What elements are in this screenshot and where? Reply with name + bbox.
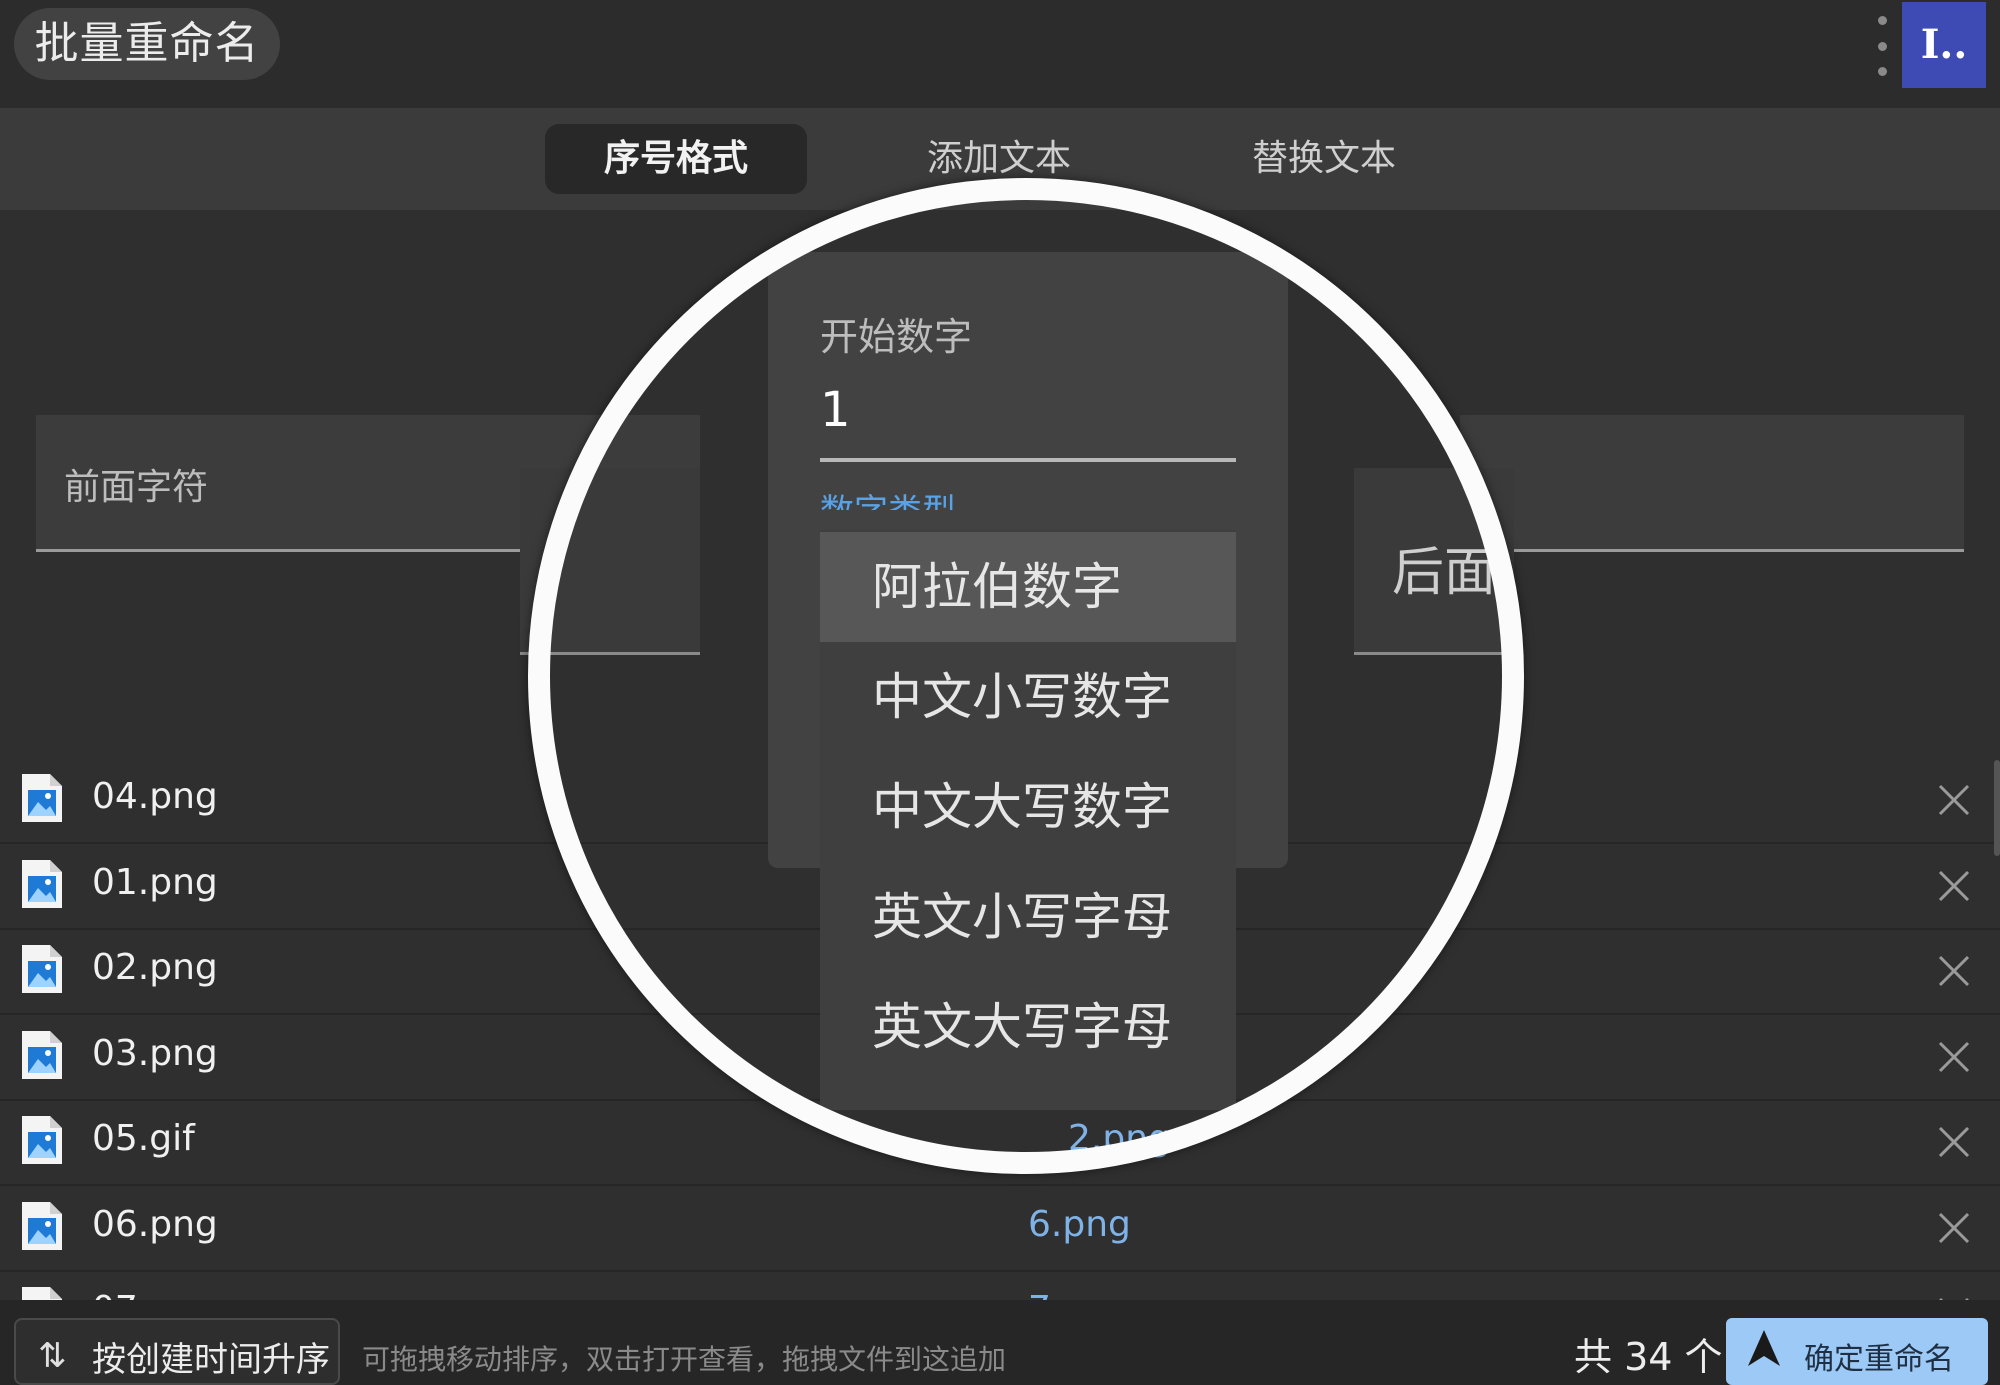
- file-name: 01.png: [92, 862, 218, 903]
- dropdown-option-chinese-lower[interactable]: 中文小写数字: [820, 642, 1236, 752]
- file-name: 04.png: [92, 776, 218, 817]
- sort-label: 按创建时间升序: [92, 1340, 330, 1380]
- file-count: 共 34 个: [1574, 1335, 1723, 1379]
- dropdown-option-arabic[interactable]: 阿拉伯数字: [820, 532, 1236, 642]
- new-file-name: 6.png: [1028, 1204, 1131, 1245]
- image-file-icon: [22, 774, 62, 822]
- confirm-rename-label: 确定重命名: [1804, 1342, 1954, 1377]
- remove-file-icon[interactable]: [1936, 1124, 1972, 1160]
- remove-file-icon[interactable]: [1936, 868, 1972, 904]
- image-file-icon: [22, 1116, 62, 1164]
- scrollbar[interactable]: [1994, 760, 2000, 856]
- image-file-icon: [22, 1031, 62, 1079]
- start-number-label: 开始数字: [820, 315, 973, 359]
- top-bar: [0, 0, 2000, 108]
- start-number-input[interactable]: 1: [820, 382, 851, 438]
- prefix-field-magnified[interactable]: [520, 468, 700, 655]
- tab-replace-text[interactable]: 替换文本: [1193, 124, 1455, 194]
- number-type-label: 数字类型: [820, 480, 1040, 510]
- navigation-arrow-icon: [1748, 1330, 1780, 1366]
- file-name: 05.gif: [92, 1118, 195, 1159]
- suffix-field[interactable]: [1460, 415, 1964, 552]
- tab-add-text[interactable]: 添加文本: [868, 124, 1130, 194]
- suffix-label: 后面: [1392, 543, 1497, 603]
- image-file-icon: [22, 945, 62, 993]
- file-name: 06.png: [92, 1204, 218, 1245]
- remove-file-icon[interactable]: [1936, 1210, 1972, 1246]
- avatar[interactable]: I..: [1902, 2, 1986, 88]
- more-options-icon[interactable]: [1870, 16, 1894, 76]
- tab-serial-format[interactable]: 序号格式: [545, 124, 807, 194]
- start-number-underline: [820, 458, 1236, 462]
- remove-file-icon[interactable]: [1936, 1039, 1972, 1075]
- dropdown-option-chinese-upper[interactable]: 中文大写数字: [820, 752, 1236, 862]
- dropdown-option-english-upper[interactable]: 英文大写字母: [820, 972, 1236, 1082]
- remove-file-icon[interactable]: [1936, 782, 1972, 818]
- dropdown-option-english-lower[interactable]: 英文小写字母: [820, 862, 1236, 972]
- image-file-icon: [22, 1202, 62, 1250]
- file-row[interactable]: [0, 1186, 2000, 1272]
- sort-arrows-icon: ⇅: [38, 1336, 67, 1376]
- new-file-name: 2.png: [1068, 1118, 1171, 1159]
- prefix-label: 前面字符: [64, 467, 209, 508]
- file-name: 02.png: [92, 947, 218, 988]
- hint-text: 可拖拽移动排序，双击打开查看，拖拽文件到这追加: [362, 1343, 1007, 1376]
- app-title: 批量重命名: [14, 8, 280, 80]
- file-row[interactable]: [0, 1100, 2000, 1186]
- remove-file-icon[interactable]: [1936, 953, 1972, 989]
- file-name: 03.png: [92, 1033, 218, 1074]
- image-file-icon: [22, 860, 62, 908]
